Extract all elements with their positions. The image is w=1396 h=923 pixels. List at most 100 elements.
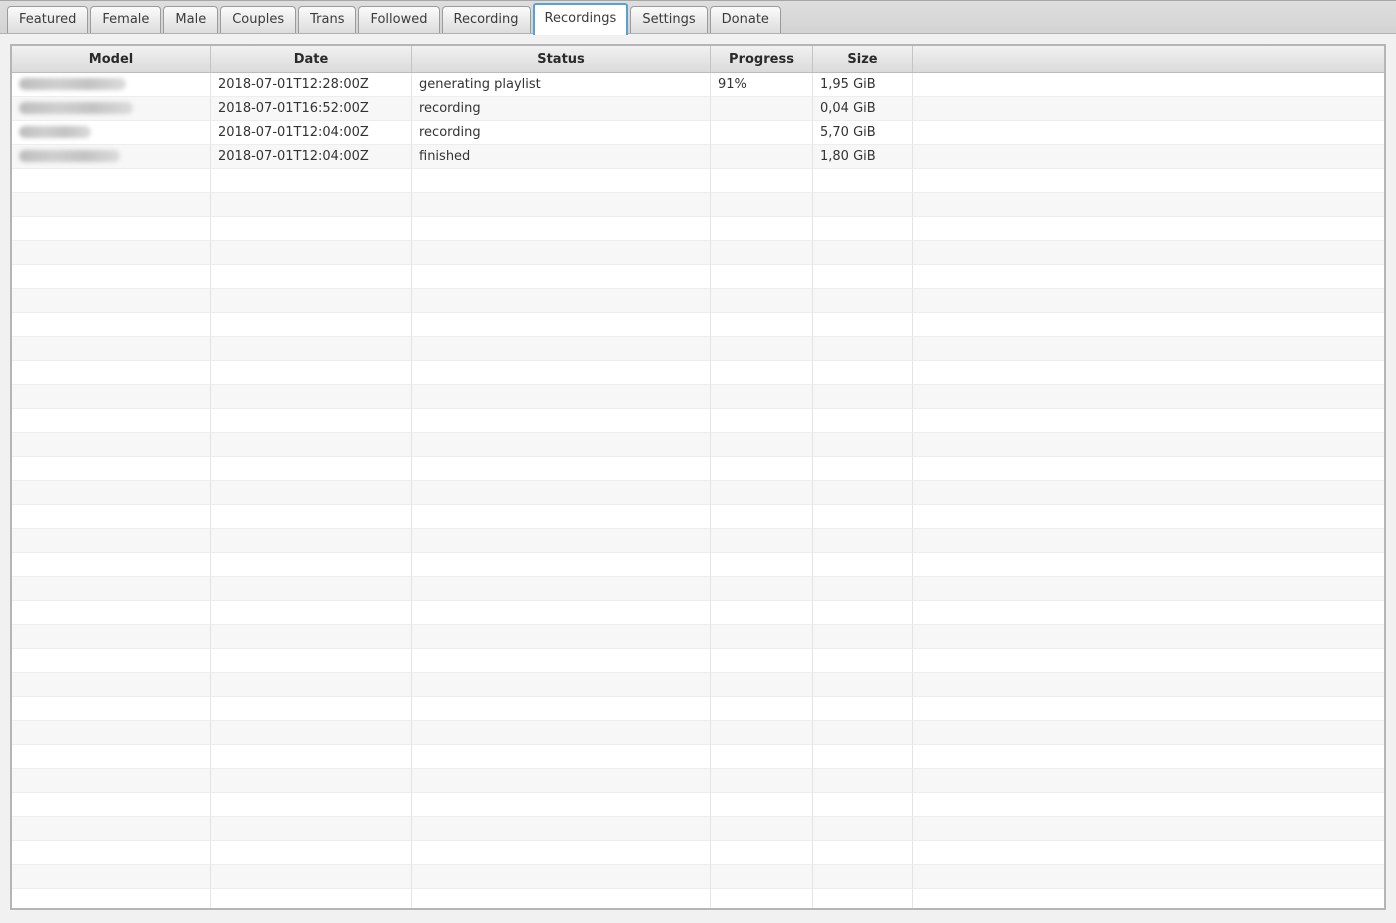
tab-donate[interactable]: Donate (710, 6, 781, 33)
tab-label: Featured (19, 12, 76, 27)
empty-table-row (12, 769, 1384, 793)
tab-followed[interactable]: Followed (358, 6, 439, 33)
tab-label: Couples (232, 12, 284, 27)
cell-model (12, 721, 211, 745)
cell-model (12, 121, 211, 145)
cell-model (12, 217, 211, 241)
cell-progress (711, 625, 813, 649)
cell-model (12, 169, 211, 193)
column-header-size[interactable]: Size (813, 46, 913, 72)
cell-status: finished (412, 145, 711, 169)
empty-table-row (12, 697, 1384, 721)
empty-table-row (12, 865, 1384, 889)
cell-size (813, 457, 913, 481)
column-header-progress[interactable]: Progress (711, 46, 813, 72)
cell-size (813, 649, 913, 673)
cell-date (211, 217, 412, 241)
cell-size (813, 241, 913, 265)
cell-status: generating playlist (412, 73, 711, 97)
cell-status (412, 217, 711, 241)
empty-table-row (12, 601, 1384, 625)
tab-recordings[interactable]: Recordings (533, 3, 629, 35)
cell-size (813, 313, 913, 337)
empty-table-row (12, 385, 1384, 409)
cell-size (813, 337, 913, 361)
cell-filler (913, 673, 1384, 697)
cell-model (12, 433, 211, 457)
cell-status (412, 601, 711, 625)
empty-table-row (12, 457, 1384, 481)
cell-date (211, 625, 412, 649)
tab-trans[interactable]: Trans (298, 6, 356, 33)
cell-model (12, 361, 211, 385)
tab-label: Trans (310, 12, 344, 27)
cell-progress (711, 697, 813, 721)
cell-progress (711, 793, 813, 817)
cell-progress (711, 649, 813, 673)
empty-table-row (12, 745, 1384, 769)
empty-table-row (12, 409, 1384, 433)
cell-progress (711, 529, 813, 553)
cell-status (412, 577, 711, 601)
cell-size (813, 289, 913, 313)
cell-size (813, 673, 913, 697)
empty-table-row (12, 433, 1384, 457)
cell-filler (913, 697, 1384, 721)
cell-model (12, 817, 211, 841)
cell-date (211, 577, 412, 601)
empty-table-row (12, 505, 1384, 529)
cell-size (813, 433, 913, 457)
cell-date (211, 745, 412, 769)
cell-status: recording (412, 121, 711, 145)
cell-date (211, 505, 412, 529)
cell-model (12, 745, 211, 769)
table-body: 2018-07-01T12:28:00Z generating playlist… (12, 73, 1384, 910)
cell-progress (711, 217, 813, 241)
cell-progress (711, 841, 813, 865)
cell-date (211, 433, 412, 457)
cell-model (12, 625, 211, 649)
cell-filler (913, 193, 1384, 217)
cell-date (211, 289, 412, 313)
tab-male[interactable]: Male (163, 6, 218, 33)
cell-size (813, 769, 913, 793)
table-row[interactable]: 2018-07-01T16:52:00Z recording 0,04 GiB (12, 97, 1384, 121)
empty-table-row (12, 673, 1384, 697)
cell-date (211, 481, 412, 505)
cell-progress (711, 385, 813, 409)
cell-filler (913, 289, 1384, 313)
column-header-filler[interactable] (913, 46, 1384, 72)
tabs: Featured Female Male Couples Trans Follo… (6, 3, 782, 33)
column-header-status[interactable]: Status (412, 46, 711, 72)
cell-date (211, 265, 412, 289)
tab-couples[interactable]: Couples (220, 6, 296, 33)
tab-settings[interactable]: Settings (630, 6, 707, 33)
cell-status (412, 385, 711, 409)
cell-model (12, 289, 211, 313)
tab-featured[interactable]: Featured (7, 6, 88, 33)
cell-progress (711, 289, 813, 313)
cell-size (813, 577, 913, 601)
table-row[interactable]: 2018-07-01T12:04:00Z finished 1,80 GiB (12, 145, 1384, 169)
column-header-label: Size (847, 52, 877, 67)
column-header-date[interactable]: Date (211, 46, 412, 72)
tab-recording[interactable]: Recording (442, 6, 531, 33)
tab-label: Recording (454, 12, 519, 27)
redacted-model-name (19, 102, 133, 114)
column-header-label: Date (294, 52, 329, 67)
column-header-model[interactable]: Model (12, 46, 211, 72)
table-row[interactable]: 2018-07-01T12:28:00Z generating playlist… (12, 73, 1384, 97)
cell-status (412, 409, 711, 433)
empty-table-row (12, 241, 1384, 265)
cell-status (412, 505, 711, 529)
table-header: Model Date Status Progress Size (12, 46, 1384, 73)
cell-size (813, 817, 913, 841)
cell-filler (913, 457, 1384, 481)
cell-model (12, 385, 211, 409)
tab-female[interactable]: Female (90, 6, 161, 33)
cell-size (813, 529, 913, 553)
redacted-model-name (19, 150, 120, 162)
empty-table-row (12, 625, 1384, 649)
table-row[interactable]: 2018-07-01T12:04:00Z recording 5,70 GiB (12, 121, 1384, 145)
cell-progress (711, 889, 813, 910)
